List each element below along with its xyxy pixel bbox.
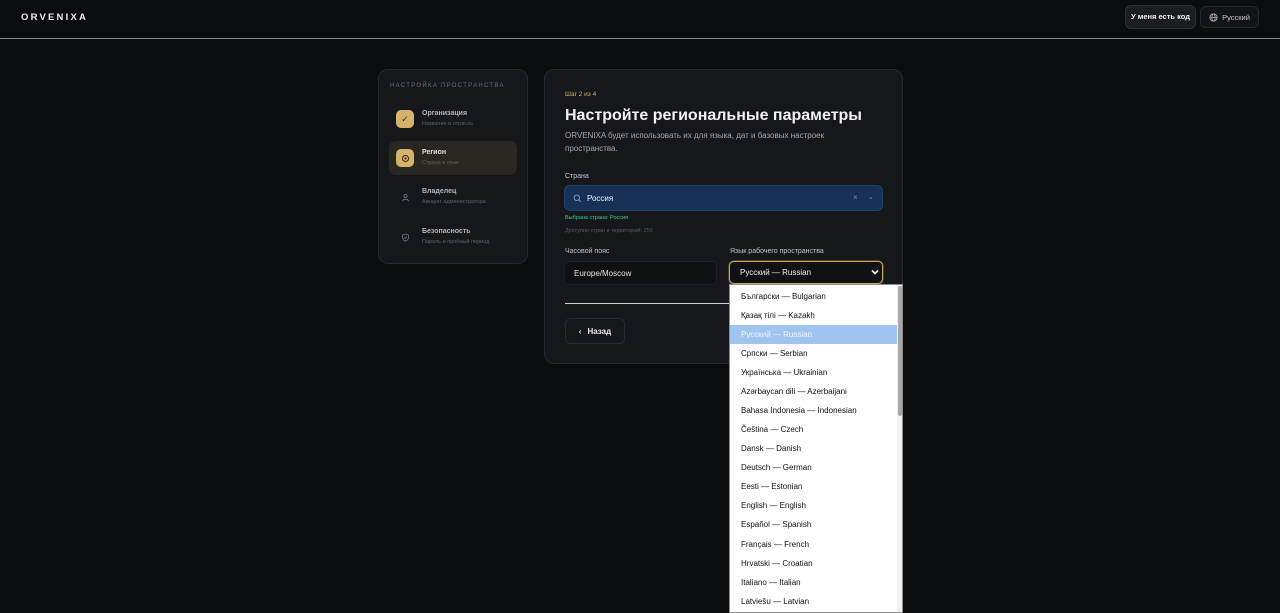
dropdown-option[interactable]: Eesti — Estonian (730, 477, 897, 496)
step-organization[interactable]: ✓ Организация Название и отрасль (389, 102, 517, 136)
check-icon: ✓ (396, 110, 414, 128)
step-subtitle: Пароль и пробный период (422, 239, 490, 245)
workspace-language-value: Русский — Russian (740, 268, 812, 277)
back-button[interactable]: ‹ Назад (565, 318, 625, 344)
divider (565, 303, 734, 304)
chevron-left-icon: ‹ (578, 326, 582, 336)
workspace-language-label: Язык рабочего пространства (730, 248, 824, 255)
country-value: Россия (587, 194, 614, 203)
dropdown-option[interactable]: Српски — Serbian (730, 344, 897, 363)
globe-icon (1209, 12, 1218, 22)
step-subtitle: Аккаунт администратора (422, 199, 486, 205)
dropdown-option[interactable]: Bahasa Indonesia — Indonesian (730, 401, 897, 420)
page-description: ORVENIXA будет использовать их для языка… (565, 131, 825, 153)
back-label: Назад (587, 326, 612, 336)
step-name: Владелец (422, 188, 457, 195)
dropdown-option[interactable]: Қазақ тілі — Kazakh (730, 306, 897, 325)
dropdown-option[interactable]: Українська — Ukrainian (730, 363, 897, 382)
dropdown-option[interactable]: Italiano — Italian (730, 573, 897, 592)
dropdown-scrollbar-thumb[interactable] (898, 286, 902, 416)
dropdown-option[interactable]: Français — French (730, 535, 897, 554)
dropdown-option[interactable]: Español — Spanish (730, 515, 897, 534)
chevron-down-icon (871, 269, 879, 275)
language-dropdown-list[interactable]: Български — Bulgarian Қазақ тілі — Kazak… (729, 284, 903, 613)
search-icon (573, 194, 582, 203)
dropdown-option-selected[interactable]: Русский — Russian (730, 325, 897, 344)
step-indicator: Шаг 2 из 4 (565, 91, 597, 98)
country-combobox[interactable]: Россия × ⌄ (564, 185, 883, 211)
chevron-down-icon[interactable]: ⌄ (868, 193, 874, 201)
step-name: Безопасность (422, 228, 471, 235)
step-subtitle: Название и отрасль (422, 121, 474, 127)
country-count-hint: Доступно стран и территорий: 250 (565, 228, 653, 234)
page-title: Настройте региональные параметры (565, 107, 862, 124)
country-selected-hint: Выбрана страна: Россия (565, 215, 629, 221)
dropdown-option[interactable]: English — English (730, 496, 897, 515)
dropdown-option[interactable]: Azərbaycan dili — Azerbaijani (730, 382, 897, 401)
setup-steps-panel: НАСТРОЙКА ПРОСТРАНСТВА ✓ Организация Наз… (378, 69, 528, 264)
workspace-language-select[interactable]: Русский — Russian (729, 261, 883, 284)
circle-icon (396, 149, 414, 167)
dropdown-option[interactable]: Hrvatski — Croatian (730, 554, 897, 573)
steps-title: НАСТРОЙКА ПРОСТРАНСТВА (390, 83, 505, 89)
shield-icon (396, 228, 414, 246)
timezone-field[interactable]: Europe/Moscow (564, 261, 717, 285)
logo[interactable]: ORVENIXA (21, 12, 88, 23)
timezone-label: Часовой пояс (565, 248, 610, 255)
dropdown-option[interactable]: Dansk — Danish (730, 439, 897, 458)
top-bar: ORVENIXA У меня есть код Русский (0, 0, 1280, 39)
dropdown-option[interactable]: Български — Bulgarian (730, 287, 897, 306)
have-code-button[interactable]: У меня есть код (1125, 5, 1196, 29)
step-name: Организация (422, 110, 468, 117)
step-subtitle: Страна и язык (422, 160, 459, 166)
step-name: Регион (422, 149, 447, 156)
dropdown-option[interactable]: Latviešu — Latvian (730, 592, 897, 611)
timezone-value: Europe/Moscow (574, 269, 632, 278)
step-owner[interactable]: Владелец Аккаунт администратора (389, 180, 517, 214)
clear-icon[interactable]: × (853, 193, 858, 202)
language-switcher[interactable]: Русский (1200, 6, 1259, 28)
language-label: Русский (1222, 12, 1250, 22)
step-region[interactable]: Регион Страна и язык (389, 141, 517, 175)
country-label: Страна (565, 173, 589, 180)
user-icon (396, 188, 414, 206)
dropdown-option[interactable]: Čeština — Czech (730, 420, 897, 439)
dropdown-option[interactable]: Deutsch — German (730, 458, 897, 477)
step-security[interactable]: Безопасность Пароль и пробный период (389, 220, 517, 254)
